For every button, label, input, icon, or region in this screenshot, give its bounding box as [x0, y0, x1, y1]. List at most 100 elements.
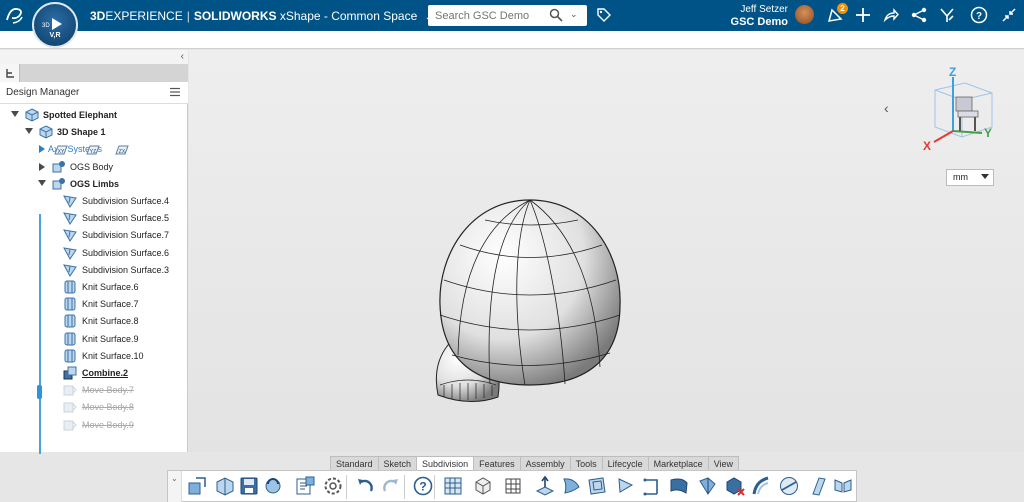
elephant-model[interactable] — [430, 185, 630, 410]
search-input[interactable] — [428, 5, 538, 26]
network-icon[interactable] — [910, 6, 928, 24]
box-icon[interactable] — [472, 475, 494, 497]
flag-icon[interactable] — [614, 475, 636, 497]
zx-plane-icon[interactable]: ZX — [114, 144, 130, 156]
search-box[interactable]: ⌄ — [428, 5, 587, 26]
tab-assembly[interactable]: Assembly — [519, 456, 571, 470]
tree-item[interactable]: Knit Surface.6 — [0, 279, 188, 296]
tab-view[interactable]: View — [707, 456, 740, 470]
subdivision-icon — [63, 229, 77, 243]
avatar[interactable] — [795, 5, 814, 24]
add-icon[interactable] — [854, 6, 872, 24]
redo-icon[interactable] — [380, 475, 402, 497]
tab-subdivision[interactable]: Subdivision — [416, 456, 475, 470]
tab-standard[interactable]: Standard — [330, 456, 379, 470]
extrude-icon[interactable] — [534, 475, 556, 497]
subdivision-icon — [63, 195, 77, 208]
tree-item[interactable]: Subdivision Surface.7 — [0, 227, 188, 244]
viewport-nav-chevron-icon[interactable]: ‹ — [884, 100, 889, 116]
expand-down-icon[interactable] — [38, 179, 46, 186]
split-icon[interactable] — [642, 475, 664, 497]
part-icon — [25, 108, 39, 122]
undo-icon[interactable] — [354, 475, 376, 497]
tree-item[interactable]: Knit Surface.10 — [0, 348, 188, 365]
tree-item-label: Move Body.9 — [82, 419, 134, 430]
tab-lifecycle[interactable]: Lifecycle — [601, 456, 649, 470]
properties-icon[interactable] — [294, 475, 316, 497]
tree-item-label: Knit Surface.6 — [82, 282, 139, 292]
xy-plane-icon[interactable]: XY — [53, 144, 69, 156]
tree-item-label: OGS Body — [70, 161, 114, 172]
chevron-left-icon[interactable]: ‹ — [181, 51, 184, 62]
tag-icon[interactable] — [596, 7, 612, 23]
collapse-icon[interactable] — [1000, 6, 1018, 24]
tree-item[interactable]: Combine.2 — [0, 365, 188, 382]
tree-item[interactable]: Subdivision Surface.3 — [0, 262, 188, 279]
strip-icon[interactable] — [808, 475, 830, 497]
bend-icon[interactable] — [668, 475, 690, 497]
user-info[interactable]: Jeff Setzer GSC Demo — [731, 4, 788, 28]
tree-item[interactable]: Knit Surface.9 — [0, 331, 188, 348]
hamburger-menu-icon[interactable] — [170, 87, 180, 97]
help-icon[interactable]: ? — [970, 6, 988, 24]
tree-item[interactable]: 3D Shape 1 — [0, 124, 188, 141]
app-title[interactable]: 3DEXPERIENCE | SOLIDWORKS xShape - Common … — [90, 9, 433, 23]
expand-right-icon[interactable] — [39, 145, 45, 154]
tree-item[interactable]: Spotted Elephant — [0, 107, 188, 124]
action-bar-expand[interactable]: ⌄ — [168, 471, 182, 502]
tab-tree[interactable] — [0, 64, 20, 82]
company-name: GSC Demo — [730, 16, 788, 28]
brand-app: SOLIDWORKS — [193, 9, 277, 23]
new-component-icon[interactable] — [186, 475, 208, 497]
open-icon[interactable] — [214, 475, 236, 497]
tree-item[interactable]: Knit Surface.8 — [0, 313, 188, 330]
symmetry-icon[interactable] — [832, 475, 854, 497]
tree-item[interactable]: OGS Body — [0, 159, 188, 176]
arc-icon[interactable] — [750, 475, 772, 497]
refresh-icon[interactable] — [262, 475, 284, 497]
crease-icon[interactable] — [696, 475, 718, 497]
search-icon[interactable] — [549, 8, 563, 22]
sphere-icon[interactable] — [778, 475, 800, 497]
tab-features[interactable]: Features — [473, 456, 521, 470]
tree-item[interactable]: Subdivision Surface.5 — [0, 210, 188, 227]
tree-item[interactable]: Move Body.8 — [0, 399, 188, 416]
plane-icon[interactable] — [586, 475, 608, 497]
expand-down-icon[interactable] — [25, 128, 33, 135]
units-dropdown[interactable]: mm — [946, 169, 994, 186]
subdivide-grid-icon[interactable] — [502, 475, 524, 497]
tree-item[interactable]: Subdivision Surface.4 — [0, 193, 188, 210]
tab-sketch[interactable]: Sketch — [377, 456, 418, 470]
notification-badge: 2 — [837, 3, 848, 14]
mesh-grid-icon[interactable] — [442, 475, 464, 497]
tree-item[interactable]: Move Body.7 — [0, 382, 188, 399]
tree-item[interactable]: Subdivision Surface.6 — [0, 245, 188, 262]
tree-item[interactable]: Knit Surface.7 — [0, 296, 188, 313]
delete-box-icon[interactable] — [724, 475, 746, 497]
tab-tools[interactable]: Tools — [569, 456, 603, 470]
expand-right-icon[interactable] — [39, 162, 45, 171]
action-bar: ⌄ ? — [167, 470, 857, 502]
axis-x-label: X — [923, 139, 931, 153]
face-icon[interactable] — [560, 475, 582, 497]
tree-item-label: Subdivision Surface.7 — [82, 230, 170, 241]
compass-widget[interactable]: 3D V,R — [32, 2, 78, 48]
tree-item[interactable]: Move Body.9 — [0, 417, 188, 434]
help-icon[interactable]: ? — [412, 475, 434, 497]
knit-icon — [64, 349, 76, 363]
tree-item[interactable]: OGS Limbs — [0, 176, 188, 193]
apps-icon[interactable] — [938, 6, 956, 24]
share-icon[interactable] — [882, 6, 900, 24]
chevron-down-icon — [981, 174, 989, 179]
tab-marketplace[interactable]: Marketplace — [647, 456, 709, 470]
yz-plane-icon[interactable]: YZ — [85, 144, 101, 156]
tree-item-label: OGS Limbs — [70, 178, 120, 189]
settings-icon[interactable] — [322, 475, 344, 497]
view-cube[interactable]: Z X Y — [920, 65, 1000, 155]
panel-header: Design Manager — [0, 82, 188, 104]
save-icon[interactable] — [238, 475, 260, 497]
search-options-chevron-icon[interactable]: ⌄ — [570, 9, 578, 20]
expand-down-icon[interactable] — [11, 111, 19, 117]
ds-logo-icon[interactable] — [4, 4, 26, 26]
panel-collapse-bar[interactable]: ‹ — [0, 50, 188, 64]
